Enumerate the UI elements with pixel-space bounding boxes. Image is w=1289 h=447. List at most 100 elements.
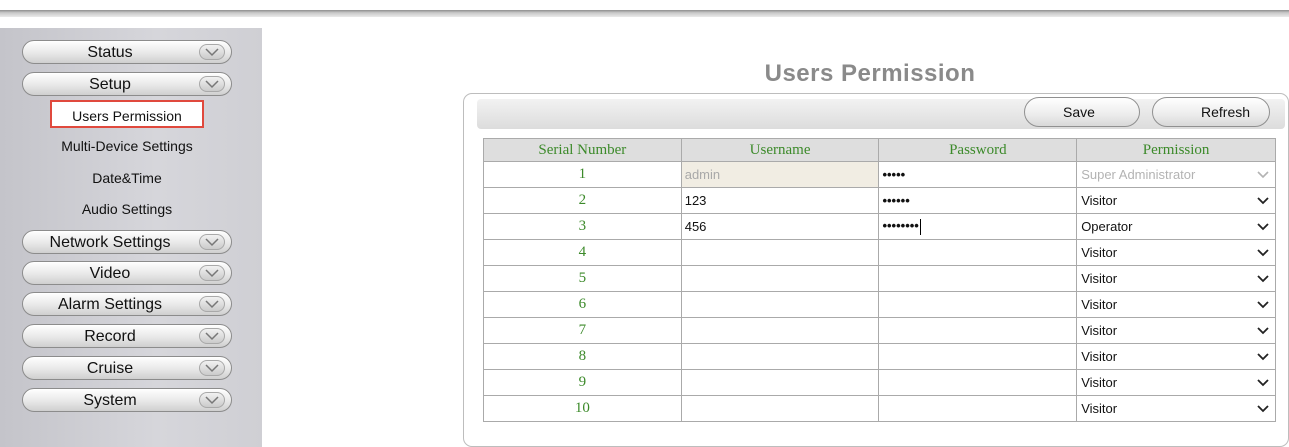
menu-alarm-settings[interactable]: Alarm Settings xyxy=(22,292,232,316)
table-row: 1 admin ••••• Super Administrator xyxy=(483,161,1276,188)
serial-number: 3 xyxy=(483,213,682,240)
username-field[interactable]: 123 xyxy=(680,187,880,214)
menu-network-settings[interactable]: Network Settings xyxy=(22,230,232,254)
dropdown-arrow-icon xyxy=(1257,327,1269,335)
col-username: Username xyxy=(680,138,880,162)
permission-value: Super Administrator xyxy=(1081,167,1196,182)
menu-video[interactable]: Video xyxy=(22,261,232,285)
permission-value: Visitor xyxy=(1081,401,1118,416)
serial-number: 2 xyxy=(483,187,682,214)
dropdown-arrow-icon xyxy=(1257,171,1269,179)
chevron-down-icon xyxy=(199,76,225,92)
serial-number: 4 xyxy=(483,239,682,266)
refresh-button-label: Refresh xyxy=(1201,104,1251,120)
permission-select[interactable]: Visitor xyxy=(1076,395,1276,422)
password-field[interactable]: ••••• xyxy=(878,161,1078,188)
dropdown-arrow-icon xyxy=(1257,379,1269,387)
serial-number: 7 xyxy=(483,317,682,344)
permission-value: Visitor xyxy=(1081,245,1118,260)
serial-number: 8 xyxy=(483,343,682,370)
col-password: Password xyxy=(878,138,1078,162)
username-field: admin xyxy=(680,161,880,188)
permission-select[interactable]: Visitor xyxy=(1076,369,1276,396)
permission-select[interactable]: Visitor xyxy=(1076,343,1276,370)
chevron-down-icon xyxy=(199,392,225,408)
serial-number: 5 xyxy=(483,265,682,292)
password-field[interactable] xyxy=(878,317,1078,344)
password-field[interactable] xyxy=(878,369,1078,396)
serial-number: 9 xyxy=(483,369,682,396)
submenu-date-time[interactable]: Date&Time xyxy=(52,170,202,186)
password-field[interactable] xyxy=(878,343,1078,370)
table-row: 7 Visitor xyxy=(483,317,1276,344)
password-value: ••••• xyxy=(882,167,906,182)
password-value: •••••••• xyxy=(882,218,919,234)
username-field[interactable] xyxy=(680,317,880,344)
refresh-button[interactable]: Refresh xyxy=(1152,97,1270,127)
menu-system[interactable]: System xyxy=(22,388,232,412)
menu-status[interactable]: Status xyxy=(22,40,232,64)
menu-label: Setup xyxy=(89,76,131,93)
submenu-audio-settings[interactable]: Audio Settings xyxy=(52,201,202,217)
permission-value: Visitor xyxy=(1081,349,1118,364)
dropdown-arrow-icon xyxy=(1257,223,1269,231)
permission-value: Visitor xyxy=(1081,297,1118,312)
username-field[interactable] xyxy=(680,395,880,422)
serial-number: 6 xyxy=(483,291,682,318)
menu-label: System xyxy=(83,392,137,409)
submenu-users-permission[interactable]: Users Permission xyxy=(50,100,204,128)
dropdown-arrow-icon xyxy=(1257,275,1269,283)
users-table: Serial Number Username Password Permissi… xyxy=(483,138,1276,422)
password-field[interactable] xyxy=(878,395,1078,422)
permission-select: Super Administrator xyxy=(1076,161,1276,188)
password-field[interactable] xyxy=(878,239,1078,266)
chevron-down-icon xyxy=(199,44,225,60)
password-field[interactable] xyxy=(878,291,1078,318)
permission-select[interactable]: Visitor xyxy=(1076,265,1276,292)
permission-value: Visitor xyxy=(1081,271,1118,286)
save-button[interactable]: Save xyxy=(1024,97,1140,127)
permission-select[interactable]: Visitor xyxy=(1076,317,1276,344)
serial-number: 10 xyxy=(483,395,682,422)
menu-label: Alarm Settings xyxy=(57,296,163,313)
table-row: 4 Visitor xyxy=(483,239,1276,266)
username-field[interactable] xyxy=(680,291,880,318)
save-button-label: Save xyxy=(1063,104,1095,120)
username-field[interactable] xyxy=(680,265,880,292)
password-field[interactable]: •••••• xyxy=(878,187,1078,214)
menu-cruise[interactable]: Cruise xyxy=(22,356,232,380)
menu-record[interactable]: Record xyxy=(22,324,232,348)
password-field[interactable] xyxy=(878,265,1078,292)
table-header-row: Serial Number Username Password Permissi… xyxy=(483,138,1276,162)
top-divider xyxy=(0,10,1289,17)
password-value: •••••• xyxy=(882,193,910,208)
chevron-down-icon xyxy=(199,296,225,312)
username-field[interactable] xyxy=(680,369,880,396)
table-row: 8 Visitor xyxy=(483,343,1276,370)
permission-select[interactable]: Operator xyxy=(1076,213,1276,240)
permission-value: Visitor xyxy=(1081,375,1118,390)
col-serial-number: Serial Number xyxy=(483,138,682,162)
permission-value: Visitor xyxy=(1081,323,1118,338)
username-field[interactable] xyxy=(680,239,880,266)
username-field[interactable]: 456 xyxy=(680,213,880,240)
permission-select[interactable]: Visitor xyxy=(1076,187,1276,214)
menu-setup[interactable]: Setup xyxy=(22,72,232,96)
chevron-down-icon xyxy=(199,265,225,281)
permission-value: Operator xyxy=(1081,219,1133,234)
dropdown-arrow-icon xyxy=(1257,249,1269,257)
table-row: 2 123 •••••• Visitor xyxy=(483,187,1276,214)
dropdown-arrow-icon xyxy=(1257,353,1269,361)
username-field[interactable] xyxy=(680,343,880,370)
submenu-multi-device-settings[interactable]: Multi-Device Settings xyxy=(52,138,202,154)
dropdown-arrow-icon xyxy=(1257,197,1269,205)
text-cursor xyxy=(919,218,921,235)
permission-select[interactable]: Visitor xyxy=(1076,291,1276,318)
menu-label: Status xyxy=(87,44,133,61)
table-row: 3 456 •••••••• Operator xyxy=(483,213,1276,240)
chevron-down-icon xyxy=(199,234,225,250)
menu-label: Cruise xyxy=(86,360,134,377)
dropdown-arrow-icon xyxy=(1257,405,1269,413)
permission-select[interactable]: Visitor xyxy=(1076,239,1276,266)
password-field[interactable]: •••••••• xyxy=(878,213,1078,240)
